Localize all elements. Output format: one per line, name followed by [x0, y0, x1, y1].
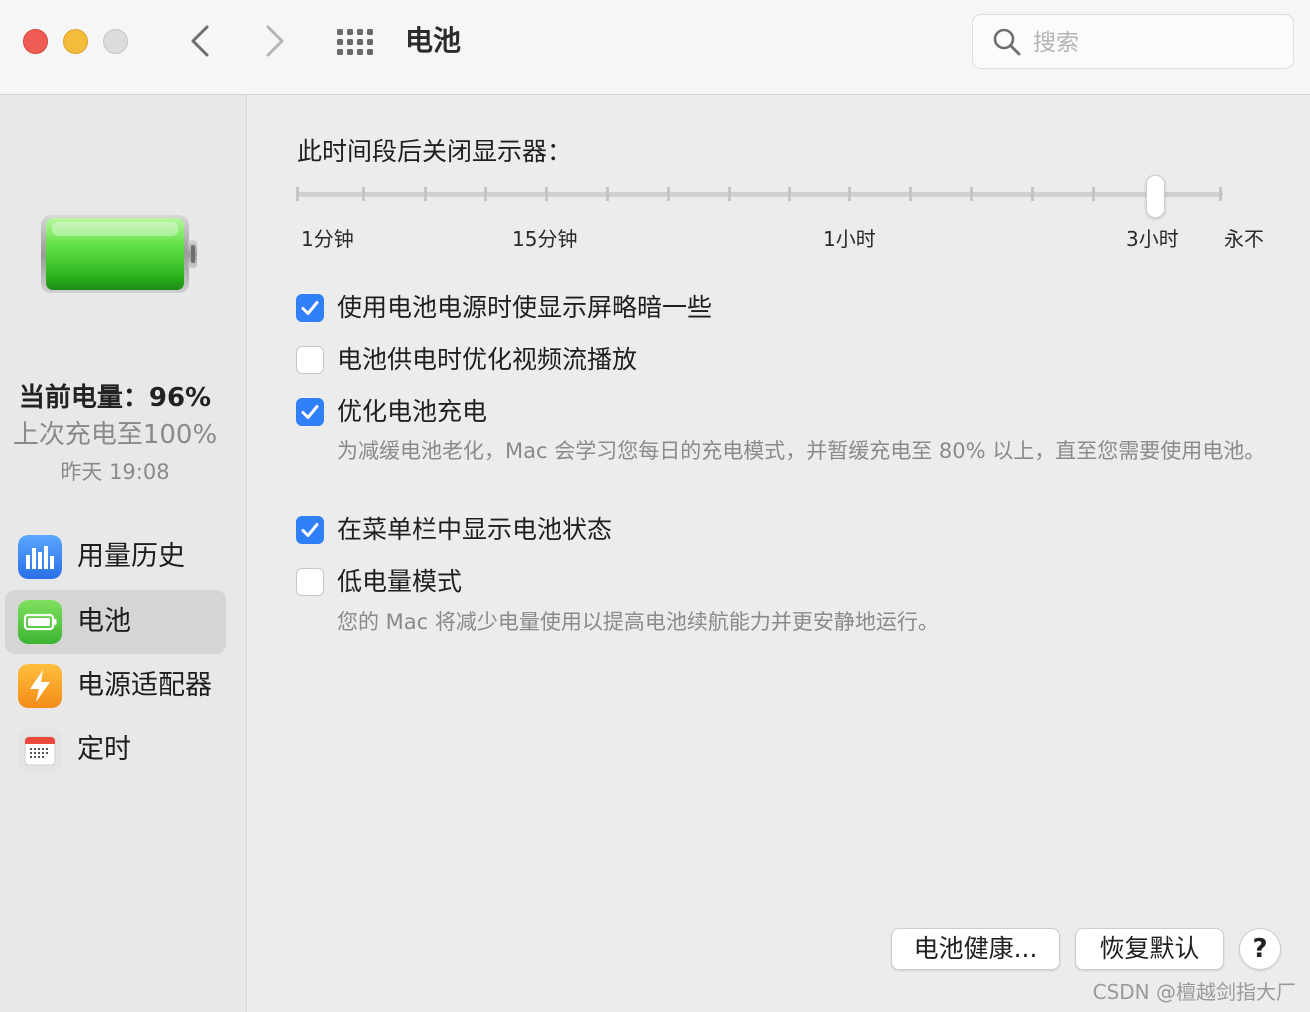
sidebar-item-schedule[interactable]: 定时: [5, 718, 226, 782]
sidebar-item-label: 电源适配器: [77, 670, 212, 701]
back-button[interactable]: [181, 20, 221, 62]
slider-tick: [362, 187, 365, 201]
forward-button[interactable]: [255, 20, 295, 62]
slider-tick: [1219, 187, 1222, 201]
display-sleep-label: 此时间段后关闭显示器：: [297, 137, 573, 166]
search-icon: [993, 28, 1021, 56]
sidebar: 当前电量：96% 上次充电至100% 昨天 19:08 用量历史 电池 电源适配…: [0, 95, 247, 1012]
slider-tick: [296, 187, 299, 201]
optimize-video-label: 电池供电时优化视频流播放: [337, 345, 638, 374]
chevron-left-icon: [191, 25, 209, 57]
slider-tick-label: 3小时: [1126, 227, 1179, 251]
current-charge-label: 当前电量：96%: [18, 383, 212, 413]
chevron-right-icon: [266, 25, 284, 57]
slider-tick: [728, 187, 731, 201]
grid-icon: [337, 29, 373, 55]
sidebar-item-power-adapter[interactable]: 电源适配器: [5, 654, 226, 718]
slider-tick: [606, 187, 609, 201]
slider-tick: [909, 187, 912, 201]
slider-tick-label: 1小时: [823, 227, 876, 251]
usage-history-icon: [18, 535, 62, 579]
restore-defaults-button[interactable]: 恢复默认: [1075, 928, 1224, 970]
slider-tick: [1031, 187, 1034, 201]
battery-large-icon: [41, 215, 197, 293]
slider-tick: [484, 187, 487, 201]
menu-bar-status-label: 在菜单栏中显示电池状态: [337, 515, 613, 544]
checkmark-icon: [301, 405, 319, 419]
close-button[interactable]: [23, 29, 48, 54]
slider-tick: [970, 187, 973, 201]
checkmark-icon: [301, 301, 319, 315]
main-pane: 此时间段后关闭显示器： 1分钟 15分钟 1小时 3小时 永不 使用电池电源时使…: [247, 95, 1310, 1012]
window-title: 电池: [405, 24, 462, 57]
slider-tick: [1092, 187, 1095, 201]
optimized-charging-description: 为减缓电池老化，Mac 会学习您每日的充电模式，并暂缓充电至 80% 以上，直至…: [337, 439, 1266, 463]
battery-health-button[interactable]: 电池健康...: [891, 928, 1060, 970]
watermark: CSDN @檀越剑指大厂: [1092, 980, 1296, 1004]
display-sleep-slider-thumb[interactable]: [1146, 175, 1165, 218]
slider-tick-label: 1分钟: [301, 227, 354, 251]
slider-tick: [667, 187, 670, 201]
optimized-charging-label: 优化电池充电: [337, 397, 488, 426]
display-sleep-slider[interactable]: [297, 192, 1223, 197]
slider-tick: [848, 187, 851, 201]
optimize-video-checkbox[interactable]: [296, 346, 324, 374]
title-bar: 电池: [0, 0, 1310, 95]
menu-bar-status-checkbox[interactable]: [296, 516, 324, 544]
low-power-mode-label: 低电量模式: [337, 567, 463, 596]
dim-display-label: 使用电池电源时使显示屏略暗一些: [337, 293, 713, 322]
zoom-button[interactable]: [103, 29, 128, 54]
sidebar-item-battery[interactable]: 电池: [5, 590, 226, 654]
power-adapter-icon: [18, 664, 62, 708]
sidebar-item-usage-history[interactable]: 用量历史: [5, 525, 226, 589]
search-field[interactable]: [972, 14, 1294, 69]
sidebar-item-label: 用量历史: [77, 541, 185, 572]
sidebar-item-label: 电池: [77, 606, 131, 637]
help-button[interactable]: ?: [1239, 928, 1281, 970]
slider-tick-label: 永不: [1224, 227, 1264, 251]
minimize-button[interactable]: [63, 29, 88, 54]
schedule-icon: [18, 728, 62, 772]
optimized-charging-checkbox[interactable]: [296, 398, 324, 426]
slider-tick: [545, 187, 548, 201]
slider-tick: [424, 187, 427, 201]
low-power-mode-description: 您的 Mac 将减少电量使用以提高电池续航能力并更安静地运行。: [337, 610, 939, 634]
search-input[interactable]: [1031, 23, 1275, 63]
slider-tick-label: 15分钟: [512, 227, 578, 251]
last-charge-time: 昨天 19:08: [60, 460, 170, 484]
battery-icon: [18, 600, 62, 644]
last-charge-label: 上次充电至100%: [12, 420, 218, 450]
checkmark-icon: [301, 523, 319, 537]
sidebar-item-label: 定时: [77, 734, 131, 765]
low-power-mode-checkbox[interactable]: [296, 568, 324, 596]
slider-tick: [788, 187, 791, 201]
dim-display-checkbox[interactable]: [296, 294, 324, 322]
show-all-button[interactable]: [335, 26, 377, 58]
